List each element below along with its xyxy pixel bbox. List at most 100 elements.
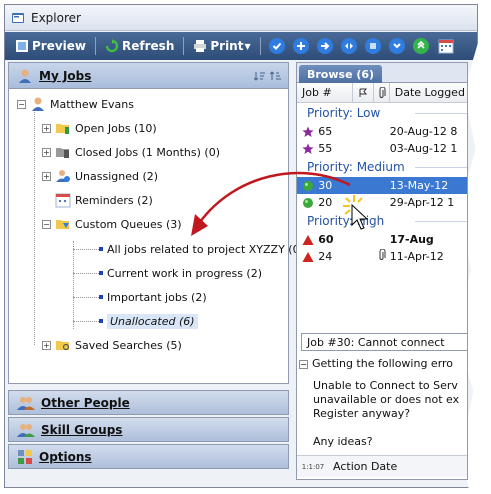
preview-label: Preview [32,39,87,53]
tree-node-reminders[interactable]: Reminders (2) [55,191,153,209]
other-people-label: Other People [41,395,130,410]
user-icon [32,97,44,111]
skill-groups-icon [17,423,35,437]
toolbar-separator [259,37,261,55]
add-icon[interactable] [292,38,309,54]
refresh-button[interactable]: Refresh [101,37,178,55]
date-logged: 13-May-12 [389,179,449,192]
preview-button[interactable]: Preview [11,37,90,55]
other-people-section[interactable]: Other People [8,390,289,415]
queue-item-unallocated[interactable]: Unallocated (6) [99,312,198,330]
browse-panel: Browse (6) Job # Date Logged Priority: L… [296,62,468,480]
table-row-selected[interactable]: 30 13-May-12 [297,177,467,194]
tab-browse[interactable]: Browse (6) [299,65,383,83]
skill-groups-section[interactable]: Skill Groups [8,417,289,442]
expand-icon[interactable]: + [42,147,51,157]
table-row[interactable]: 60 17-Aug [297,231,467,248]
job-number: 24 [318,250,333,263]
triangle-red-icon [302,234,314,245]
queue-item-xyzzy[interactable]: All jobs related to project XYZZY (0) [99,240,304,258]
print-dropdown-icon[interactable]: ▼ [244,42,250,51]
table-row[interactable]: 24 11-Apr-12 [297,248,467,265]
refresh-label: Refresh [122,39,175,53]
tree-connector [73,241,74,329]
detail-heading[interactable]: − Getting the following erro [299,357,467,371]
queue-item-label: All jobs related to project XYZZY (0) [107,242,304,256]
expand-icon[interactable]: + [42,340,51,350]
column-job-number[interactable]: Job # [297,83,354,102]
grid-header: Job # Date Logged [297,83,467,103]
tree-connector [73,249,99,250]
my-jobs-header[interactable]: My Jobs [9,63,288,89]
tree-node-open-jobs[interactable]: + Open Jobs (10) [42,119,157,137]
tree-node-label: Reminders (2) [75,193,153,207]
calendar-button[interactable] [434,36,458,56]
tree-node-closed-jobs[interactable]: + Closed Jobs (1 Months) (0) [42,143,220,161]
check-icon[interactable] [268,38,285,54]
expand-icon[interactable]: + [42,171,51,181]
tree-node-label: Custom Queues (3) [75,217,182,231]
action-date-column[interactable]: Action Date [329,460,397,473]
tree-node-custom-queues[interactable]: − Custom Queues (3) [42,215,182,233]
column-date-logged[interactable]: Date Logged [390,83,467,102]
collapse-icon[interactable]: − [42,219,51,229]
reminders-calendar-icon [55,193,71,208]
unassigned-user-icon [56,170,70,182]
group-row[interactable]: Priority: Medium [297,157,467,177]
group-row[interactable]: Priority: Low [297,103,467,123]
bullet-icon [99,247,103,251]
forward-arrow-icon[interactable] [316,38,333,54]
calendar-icon [438,39,454,54]
circle-green-icon [302,180,313,191]
tree-node-label: Matthew Evans [50,97,134,111]
sort-descending-icon[interactable] [270,70,282,82]
main-toolbar: Preview Refresh Print ▼ [5,32,477,60]
collapse-icon[interactable]: − [17,99,26,109]
expand-icon[interactable]: + [42,123,51,133]
refresh-icon [105,39,119,53]
job-preview-body: − Getting the following erro Unable to Co… [299,357,467,449]
job-number: 60 [318,233,334,246]
print-button[interactable]: Print ▼ [189,37,254,55]
queue-item-important[interactable]: Important jobs (2) [99,288,207,306]
job-number: 55 [318,142,333,155]
panel-splitter[interactable] [291,62,295,480]
job-preview-title[interactable]: Job #30: Cannot connect [301,333,467,351]
table-row[interactable]: 20 29-Apr-12 1 [297,194,467,211]
tree-connector [73,297,99,298]
queue-item-current-work[interactable]: Current work in progress (2) [99,264,262,282]
group-row[interactable]: Priority: High [297,211,467,231]
queues-folder-icon [56,220,69,229]
triangle-red-icon [302,251,314,262]
options-icon [18,449,32,464]
transfer-icon[interactable] [340,38,357,54]
column-flag[interactable] [353,83,375,102]
browse-tabstrip: Browse (6) [297,63,467,83]
detail-line: unavailable or does not ex [313,393,460,406]
list-icon[interactable] [364,38,381,54]
date-logged: 29-Apr-12 1 [389,196,455,209]
job-number: 65 [318,125,333,138]
collapse-up-icon[interactable] [412,38,429,54]
table-row[interactable]: 65 20-Aug-12 8 [297,123,467,140]
options-section[interactable]: Options [8,444,289,469]
column-attachment[interactable] [374,83,390,102]
expand-down-icon[interactable] [388,38,405,54]
options-label: Options [39,449,92,464]
window-title: Explorer [31,10,81,25]
my-jobs-title: My Jobs [39,68,92,83]
action-count-icon: 1:1:07 [301,462,325,471]
user-icon [19,69,31,83]
title-bar: Explorer [5,5,477,31]
tree-node-root[interactable]: − Matthew Evans [17,95,134,113]
tree-node-label: Saved Searches (5) [75,338,182,352]
collapse-icon[interactable]: − [299,360,308,369]
flag-icon [359,88,368,97]
explorer-app-icon [12,12,24,23]
tree-node-unassigned[interactable]: + Unassigned (2) [42,167,158,185]
tree-node-saved-searches[interactable]: + Saved Searches (5) [42,336,182,354]
queue-item-label: Current work in progress (2) [107,266,263,280]
table-row[interactable]: 55 03-Aug-12 1 [297,140,467,157]
sort-ascending-icon[interactable] [254,70,266,82]
toolbar-separator [95,37,97,55]
